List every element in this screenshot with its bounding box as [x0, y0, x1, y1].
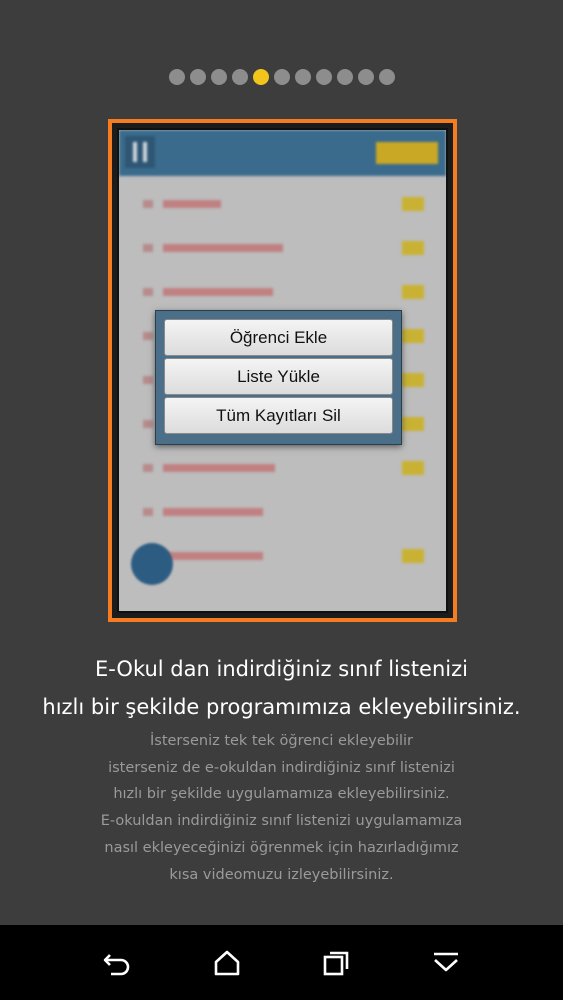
page-dot[interactable]	[315, 69, 332, 85]
delete-all-records-button[interactable]: Tüm Kayıtları Sil	[164, 397, 393, 434]
page-dot[interactable]	[231, 69, 248, 85]
page-description: İsterseniz tek tek öğrenci ekleyebilir i…	[0, 728, 563, 888]
page-dot[interactable]	[210, 69, 227, 85]
onboarding-screen: Öğrenci Ekle Liste Yükle Tüm Kayıtları S…	[0, 0, 563, 1000]
back-button[interactable]	[97, 943, 137, 983]
description-line: kısa videomuzu izleyebilirsiniz.	[169, 866, 394, 883]
add-student-button[interactable]: Öğrenci Ekle	[164, 319, 393, 356]
load-list-button[interactable]: Liste Yükle	[164, 358, 393, 395]
description-line: isterseniz de e-okuldan indirdiğiniz sın…	[108, 759, 455, 776]
list-item	[119, 186, 446, 230]
description-line: nasıl ekleyeceğinizi öğrenmek için hazır…	[104, 839, 459, 856]
screenshot-action-button	[376, 142, 438, 164]
page-dot[interactable]	[357, 69, 374, 85]
headline-line: hızlı bir şekilde programımıza ekleyebil…	[42, 695, 521, 719]
description-line: İsterseniz tek tek öğrenci ekleyebilir	[150, 733, 413, 749]
options-dialog: Öğrenci Ekle Liste Yükle Tüm Kayıtları S…	[155, 310, 402, 445]
system-navigation-bar	[0, 925, 563, 1000]
hide-keyboard-icon	[434, 952, 458, 972]
recents-button[interactable]	[316, 943, 356, 983]
list-item	[119, 450, 446, 494]
description-line: E-okuldan indirdiğiniz sınıf listenizi u…	[100, 813, 463, 830]
home-button[interactable]	[207, 943, 247, 983]
home-icon	[214, 950, 240, 976]
screenshot-fab	[131, 543, 173, 585]
page-dot[interactable]	[189, 69, 206, 85]
recents-icon	[323, 951, 349, 976]
screenshot-menu-icon	[125, 136, 155, 168]
page-dot-active[interactable]	[252, 69, 269, 85]
page-indicator	[0, 69, 563, 87]
page-dot[interactable]	[294, 69, 311, 85]
headline-line: E-Okul dan indirdiğiniz sınıf listenizi	[95, 657, 468, 681]
back-icon	[103, 954, 130, 976]
description-line: hızlı bir şekilde uygulamamıza ekleyebil…	[113, 786, 450, 803]
list-item	[119, 230, 446, 274]
page-dot[interactable]	[273, 69, 290, 85]
page-dot[interactable]	[168, 69, 185, 85]
list-item	[119, 494, 446, 538]
screenshot-app-bar	[119, 130, 446, 176]
page-headline: E-Okul dan indirdiğiniz sınıf listenizi …	[0, 650, 563, 726]
hide-keyboard-button[interactable]	[426, 943, 466, 983]
page-dot[interactable]	[336, 69, 353, 85]
page-dot[interactable]	[378, 69, 395, 85]
